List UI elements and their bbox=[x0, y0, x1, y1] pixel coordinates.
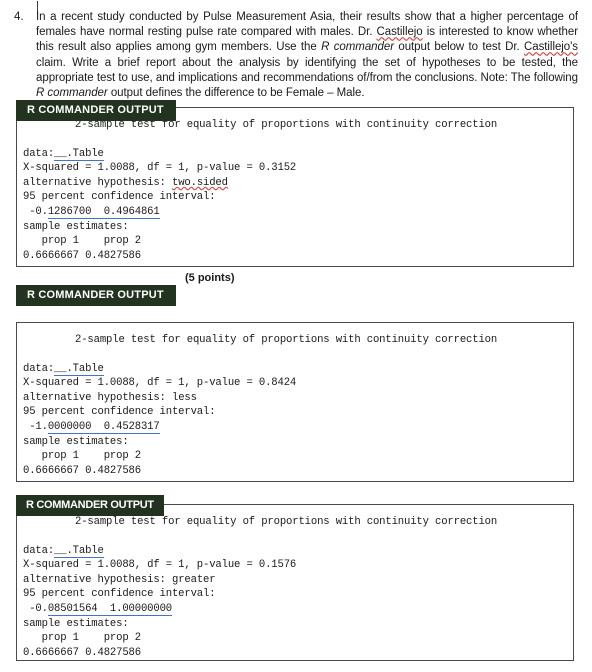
r-data-value: __.Table bbox=[54, 362, 104, 376]
r-ci-values: 1286700 0.4964861 bbox=[47, 205, 160, 219]
r-output-box-2: 2-sample test for equality of proportion… bbox=[16, 322, 574, 482]
r-stats-line: X-squared = 1.0088, df = 1, p-value = 0.… bbox=[23, 559, 297, 572]
r-stats-line: X-squared = 1.0088, df = 1, p-value = 0.… bbox=[23, 377, 297, 390]
question-number: 4. bbox=[14, 11, 24, 23]
r-prop-values: 0.6666667 0.4827586 bbox=[23, 464, 141, 477]
r-output-text-3: 2-sample test for equality of proportion… bbox=[17, 505, 573, 668]
r-estimates-label: sample estimates: bbox=[23, 220, 129, 233]
r-output-text-1: 2-sample test for equality of proportion… bbox=[17, 108, 573, 271]
r-ci-label: 95 percent confidence interval: bbox=[23, 588, 216, 601]
r-output-box-3: 2-sample test for equality of proportion… bbox=[16, 504, 574, 661]
r-alternative-value: less bbox=[171, 391, 197, 404]
r-alternative-value: greater bbox=[171, 573, 216, 586]
points-label: (5 points) bbox=[185, 272, 235, 284]
r-data-value: __.Table bbox=[54, 147, 104, 161]
r-output-title: 2-sample test for equality of proportion… bbox=[75, 334, 498, 346]
r-data-value: __.Table bbox=[54, 544, 104, 558]
r-estimates-label: sample estimates: bbox=[23, 435, 129, 448]
r-prop-values: 0.6666667 0.4827586 bbox=[23, 646, 141, 659]
r-output-box-1: 2-sample test for equality of proportion… bbox=[16, 107, 574, 267]
question-text: In a recent study conducted by Pulse Mea… bbox=[36, 11, 578, 100]
r-output-text-2: 2-sample test for equality of proportion… bbox=[17, 323, 573, 486]
r-ci-values: 0000000 0.4528317 bbox=[47, 420, 160, 434]
r-prop-header: prop 1 prop 2 bbox=[23, 235, 148, 248]
r-ci-label: 95 percent confidence interval: bbox=[23, 406, 216, 419]
r-commander-output-badge-3: R COMMANDER OUTPUT bbox=[16, 495, 164, 516]
r-ci-values: 08501564 1.00000000 bbox=[47, 602, 172, 616]
r-prop-header: prop 1 prop 2 bbox=[23, 632, 148, 645]
r-commander-output-badge-1: R COMMANDER OUTPUT bbox=[16, 100, 176, 121]
r-output-title: 2-sample test for equality of proportion… bbox=[75, 516, 498, 528]
r-output-title: 2-sample test for equality of proportion… bbox=[75, 119, 498, 131]
r-prop-values: 0.6666667 0.4827586 bbox=[23, 249, 141, 262]
r-alternative-value: two.sided bbox=[171, 176, 228, 189]
r-ci-label: 95 percent confidence interval: bbox=[23, 191, 216, 204]
r-prop-header: prop 1 prop 2 bbox=[23, 450, 148, 463]
r-commander-output-badge-2: R COMMANDER OUTPUT bbox=[16, 285, 176, 306]
question-paragraph: 4. In a recent study conducted by Pulse … bbox=[14, 10, 578, 101]
spell-error-word: Castillejo's bbox=[523, 41, 578, 54]
r-estimates-label: sample estimates: bbox=[23, 617, 129, 630]
spell-error-word: Castillejo bbox=[376, 26, 423, 39]
r-stats-line: X-squared = 1.0088, df = 1, p-value = 0.… bbox=[23, 162, 297, 175]
